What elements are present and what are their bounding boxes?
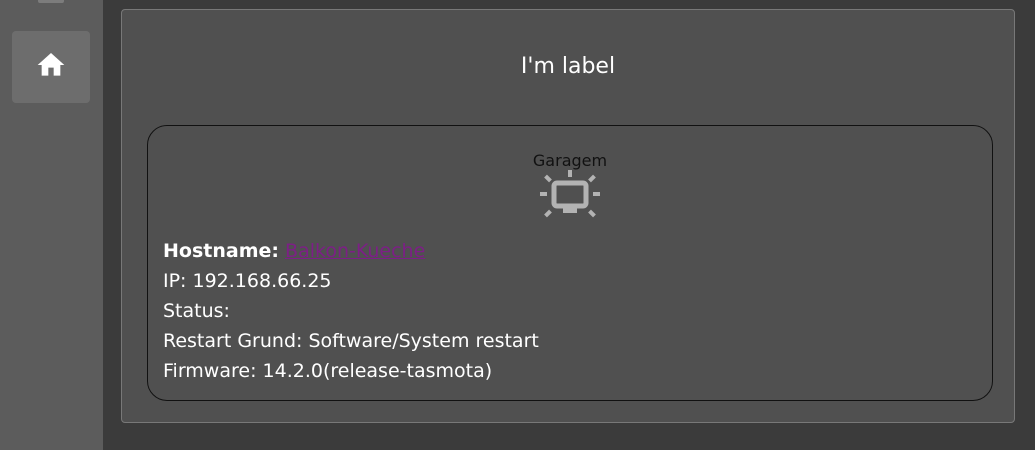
card-title: I'm label <box>520 54 616 79</box>
restart-reason-row: Restart Grund: Software/System restart <box>163 330 539 352</box>
status-row: Status: <box>163 300 230 322</box>
widget-card: I'm label Garagem Hostname: Balkon-Kuech… <box>121 9 1015 423</box>
sidebar-top-item-edge[interactable] <box>38 0 64 3</box>
sidebar <box>0 0 103 450</box>
device-panel: Garagem Hostname: Balkon-Kueche IP: 192.… <box>147 125 993 401</box>
main-area: I'm label Garagem Hostname: Balkon-Kuech… <box>103 0 1035 450</box>
home-icon <box>35 49 67 86</box>
device-info: Hostname: Balkon-Kueche IP: 192.168.66.2… <box>163 236 539 386</box>
hostname-row: Hostname: Balkon-Kueche <box>163 236 539 266</box>
hostname-label: Hostname: <box>163 240 279 262</box>
monitor-light-icon <box>536 168 604 224</box>
hostname-link[interactable]: Balkon-Kueche <box>285 240 425 262</box>
ip-row: IP: 192.168.66.25 <box>163 270 332 292</box>
firmware-row: Firmware: 14.2.0(release-tasmota) <box>163 360 493 382</box>
home-button[interactable] <box>12 31 90 103</box>
